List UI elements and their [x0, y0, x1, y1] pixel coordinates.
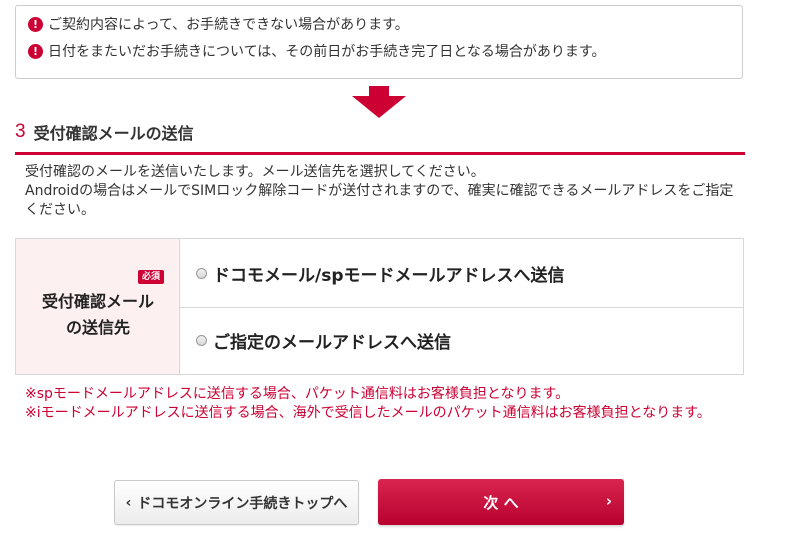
exclamation-circle-icon: ! [28, 43, 43, 59]
radio-button[interactable] [196, 267, 207, 279]
option-specified-address[interactable]: ご指定のメールアドレスへ送信 [180, 307, 743, 374]
section-description: 受付確認のメールを送信いたします。メール送信先を選択してください。 Androi… [25, 163, 745, 220]
chevron-right-icon: › [605, 492, 612, 510]
back-to-top-button[interactable]: ‹ ドコモオンライン手続きトップへ [114, 480, 359, 525]
notice-item: ! 日付をまたいだお手続きについては、その前日がお手続き完了日となる場合がありま… [28, 40, 605, 62]
description-line: Androidの場合はメールでSIMロック解除コードが送付されますので、確実に確… [25, 183, 734, 218]
option-label[interactable]: ご指定のメールアドレスへ送信 [213, 328, 451, 353]
field-label-cell: 必須 受付確認メール の送信先 [16, 239, 180, 374]
note-line: ※iモードメールアドレスに送信する場合、海外で受信したメールのパケット通信料はお… [25, 405, 711, 421]
option-label[interactable]: ドコモメール/spモードメールアドレスへ送信 [213, 261, 565, 286]
note-line: ※spモードメールアドレスに送信する場合、パケット通信料はお客様負担となります。 [25, 386, 570, 402]
notes: ※spモードメールアドレスに送信する場合、パケット通信料はお客様負担となります。… [25, 385, 745, 423]
notice-text: 日付をまたいだお手続きについては、その前日がお手続き完了日となる場合があります。 [48, 44, 606, 60]
exclamation-circle-icon: ! [28, 16, 43, 32]
required-badge: 必須 [138, 270, 165, 284]
description-line: 受付確認のメールを送信いたします。メール送信先を選択してください。 [25, 164, 485, 180]
notice-text: ご契約内容によって、お手続きできない場合があります。 [48, 17, 409, 33]
field-label: 受付確認メール の送信先 [16, 289, 180, 341]
field-label-line: 受付確認メール [41, 292, 154, 311]
notice-box: ! ご契約内容によって、お手続きできない場合があります。 ! 日付をまたいだお手… [15, 5, 743, 79]
notice-item: ! ご契約内容によって、お手続きできない場合があります。 [28, 13, 409, 35]
email-destination-form: 必須 受付確認メール の送信先 ドコモメール/spモードメールアドレスへ送信 ご… [15, 238, 744, 375]
field-label-line: の送信先 [65, 318, 130, 337]
next-button-label: 次 へ [483, 493, 519, 512]
down-arrow-icon [352, 86, 406, 118]
option-docomo-mail[interactable]: ドコモメール/spモードメールアドレスへ送信 [180, 239, 743, 308]
step-number: 3 [15, 121, 26, 142]
section-divider [15, 152, 745, 155]
back-button-label: ドコモオンライン手続きトップへ [137, 495, 348, 512]
section-title: 受付確認メールの送信 [33, 124, 194, 143]
radio-button[interactable] [196, 335, 207, 346]
section-heading: 3 受付確認メールの送信 [15, 117, 194, 147]
chevron-left-icon: ‹ [125, 494, 132, 511]
next-button[interactable]: 次 へ › [378, 479, 624, 525]
